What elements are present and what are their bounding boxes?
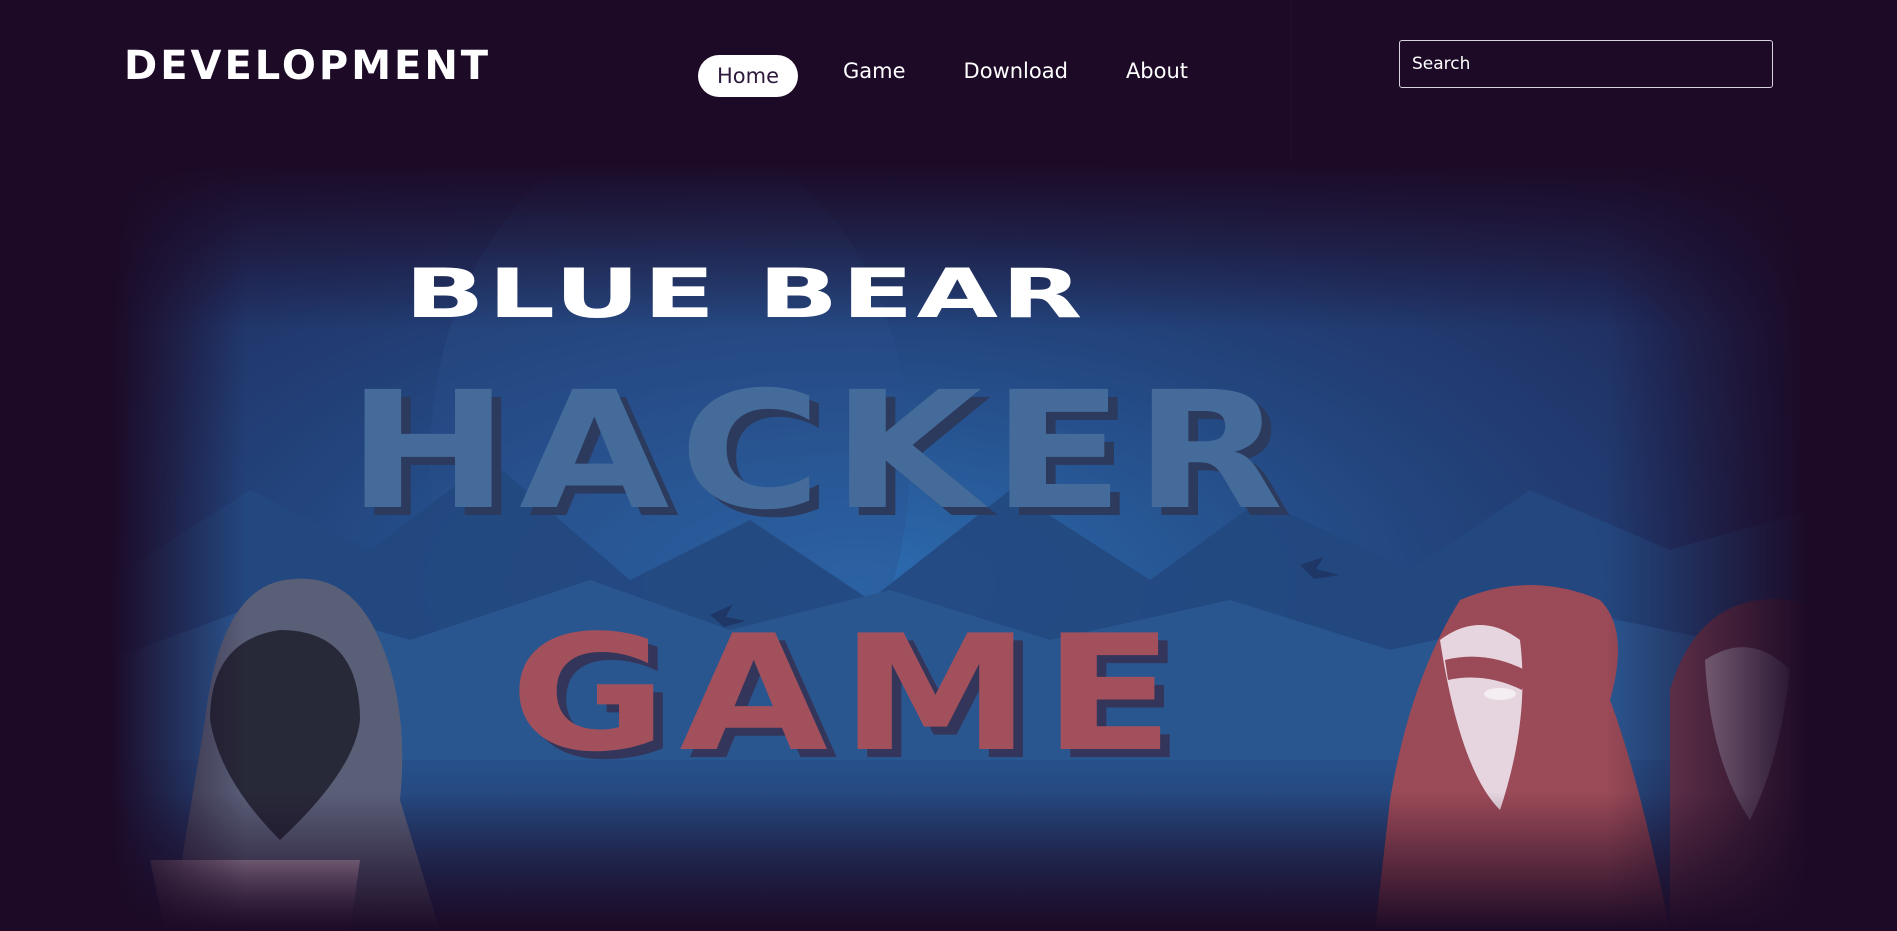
site-logo[interactable]: DEVELOPMENT xyxy=(124,40,491,92)
nav-download[interactable]: Download xyxy=(964,57,1068,85)
hero-banner: BLUE BEAR HACKER GAME xyxy=(110,160,1810,931)
hero-title-blue-bear: BLUE BEAR xyxy=(404,255,1086,334)
nav-home[interactable]: Home xyxy=(698,55,799,97)
main-nav: Home Game Download About xyxy=(698,50,1188,97)
page: DEVELOPMENT Home Game Download About Sea… xyxy=(0,0,1897,931)
nav-about[interactable]: About xyxy=(1126,57,1188,85)
nav-game[interactable]: Game xyxy=(843,57,906,85)
search-input[interactable] xyxy=(1399,40,1773,88)
hero-title-hacker: HACKER xyxy=(346,358,1294,546)
hero-title-game: GAME xyxy=(509,600,1187,787)
